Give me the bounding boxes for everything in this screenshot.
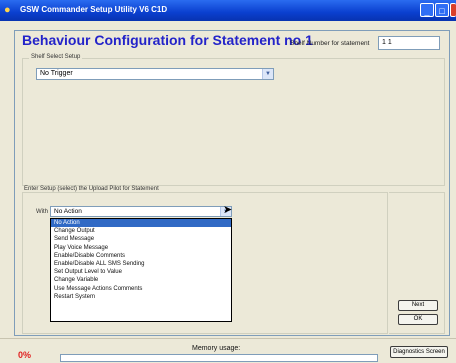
app-window: ● GSW Commander Setup Utility V6 C1D _ □… — [0, 0, 456, 363]
shelf-number-field[interactable]: 1 1 — [378, 36, 440, 50]
shelf-select-group-label: Shelf Select Setup — [29, 54, 83, 60]
dropdown-option[interactable]: Change Output — [51, 227, 231, 235]
dropdown-option[interactable]: Change Variable — [51, 276, 231, 284]
close-button[interactable] — [450, 3, 456, 17]
dropdown-option[interactable]: Enable/Disable ALL SMS Sending — [51, 260, 231, 268]
next-button[interactable]: Next — [398, 300, 438, 311]
dropdown-option[interactable]: Play Voice Message — [51, 244, 231, 252]
memory-usage-bar — [60, 354, 378, 362]
chevron-down-icon[interactable]: ▼ — [262, 69, 273, 79]
memory-percent: 0% — [18, 350, 32, 360]
action-select-value: No Action — [54, 208, 82, 215]
window-title: GSW Commander Setup Utility V6 C1D — [20, 5, 168, 14]
dropdown-option[interactable]: Send Message — [51, 235, 231, 243]
ok-button[interactable]: OK — [398, 314, 438, 325]
shelf-number-label: Shelf Number for statement — [290, 40, 370, 47]
action-field-label: With — [36, 209, 48, 215]
dropdown-option[interactable]: No Action — [51, 219, 231, 228]
minimize-button[interactable]: _ — [420, 3, 434, 17]
mouse-cursor-icon: ➤ — [223, 204, 233, 216]
dropdown-option[interactable]: Enable/Disable Comments — [51, 252, 231, 260]
memory-usage-label: Memory usage: — [192, 345, 241, 352]
title-bar[interactable]: ● GSW Commander Setup Utility V6 C1D _ □ — [0, 0, 456, 21]
trigger-select-value: No Trigger — [40, 70, 73, 77]
action-dropdown-list[interactable]: No Action Change Output Send Message Pla… — [50, 218, 232, 322]
maximize-button[interactable]: □ — [435, 3, 449, 17]
diagnostics-button[interactable]: Diagnostics Screen — [390, 346, 448, 358]
page-title: Behaviour Configuration for Statement no… — [22, 32, 313, 48]
trigger-select[interactable]: No Trigger ▼ — [36, 68, 274, 80]
dropdown-option[interactable]: Restart System — [51, 293, 231, 301]
dropdown-option[interactable]: Use Message Actions Comments — [51, 285, 231, 293]
button-pane — [389, 192, 445, 334]
dropdown-option[interactable]: Set Output Level to Value — [51, 268, 231, 276]
app-icon: ● — [4, 4, 11, 16]
action-select[interactable]: No Action ▼ — [50, 206, 232, 217]
